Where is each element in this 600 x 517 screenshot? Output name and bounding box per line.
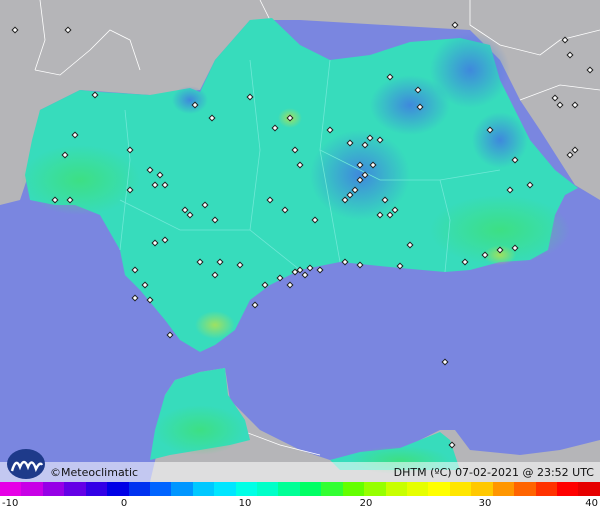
- scale-swatch: [21, 482, 43, 496]
- attribution-text: ©Meteoclimatic: [50, 466, 139, 479]
- scale-swatch: [299, 482, 322, 496]
- scale-swatch: [514, 482, 536, 496]
- scale-swatch: [535, 482, 557, 496]
- scale-swatch: [278, 482, 300, 496]
- scale-swatch: [342, 482, 365, 496]
- scale-ticks: -10 0 10 20 30 40: [0, 498, 600, 514]
- scale-swatch: [0, 482, 22, 496]
- scale-swatch: [556, 482, 579, 496]
- legend-title: DHTM (ºC) 07-02-2021 @ 23:52 UTC: [393, 466, 594, 479]
- scale-swatch: [385, 482, 408, 496]
- meteoclimatic-logo-icon: [7, 449, 45, 479]
- scale-swatch: [128, 482, 150, 496]
- scale-swatch: [64, 482, 86, 496]
- scale-tick: -10: [2, 498, 19, 509]
- scale-swatch: [85, 482, 108, 496]
- scale-swatch: [428, 482, 450, 496]
- scale-tick: 0: [120, 498, 128, 509]
- scale-swatch: [235, 482, 258, 496]
- scale-tick: 40: [585, 498, 598, 509]
- cold-spot: [472, 112, 528, 168]
- scale-swatch: [171, 482, 193, 496]
- scale-swatch: [492, 482, 515, 496]
- scale-swatch: [192, 482, 215, 496]
- color-scale: [0, 482, 600, 496]
- weather-map: [0, 0, 600, 482]
- scale-swatch: [42, 482, 65, 496]
- cold-spot: [172, 86, 208, 114]
- warm-spot: [195, 311, 235, 339]
- scale-swatch: [407, 482, 429, 496]
- scale-swatch: [449, 482, 472, 496]
- cold-spot: [370, 75, 450, 135]
- scale-swatch: [321, 482, 343, 496]
- scale-swatch: [578, 482, 600, 496]
- scale-tick: 10: [238, 498, 252, 509]
- scale-tick: 30: [478, 498, 492, 509]
- scale-swatch: [471, 482, 493, 496]
- scale-swatch: [214, 482, 236, 496]
- warm-spot: [155, 405, 245, 455]
- warm-spot: [20, 145, 140, 215]
- scale-tick: 20: [359, 498, 373, 509]
- scale-swatch: [107, 482, 129, 496]
- scale-swatch: [149, 482, 172, 496]
- scale-swatch: [257, 482, 279, 496]
- scale-swatch: [364, 482, 386, 496]
